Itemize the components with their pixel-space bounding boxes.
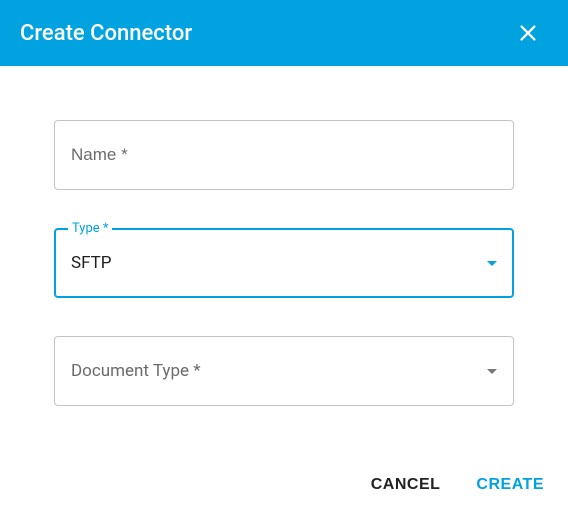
type-select-inner: SFTP <box>71 253 497 273</box>
type-label: Type * <box>68 221 112 236</box>
document-type-field: Document Type * <box>54 336 514 406</box>
dialog-title: Create Connector <box>20 21 192 46</box>
type-field: Type * SFTP <box>54 228 514 298</box>
name-input[interactable] <box>71 145 497 165</box>
document-type-select[interactable]: Document Type * <box>54 336 514 406</box>
cancel-button[interactable]: CANCEL <box>367 468 445 502</box>
type-value: SFTP <box>71 253 487 273</box>
dialog-header: Create Connector <box>0 0 568 66</box>
name-input-container[interactable] <box>54 120 514 190</box>
chevron-down-icon <box>487 369 497 374</box>
name-field <box>54 120 514 190</box>
close-icon <box>517 22 539 44</box>
dialog-content: Type * SFTP Document Type * <box>0 66 568 406</box>
chevron-down-icon <box>487 261 497 266</box>
create-button[interactable]: CREATE <box>472 468 548 502</box>
document-type-placeholder: Document Type * <box>71 361 487 381</box>
close-button[interactable] <box>508 13 548 53</box>
type-select[interactable]: Type * SFTP <box>54 228 514 298</box>
document-type-select-inner: Document Type * <box>71 361 497 381</box>
dialog-actions: CANCEL CREATE <box>367 468 548 502</box>
